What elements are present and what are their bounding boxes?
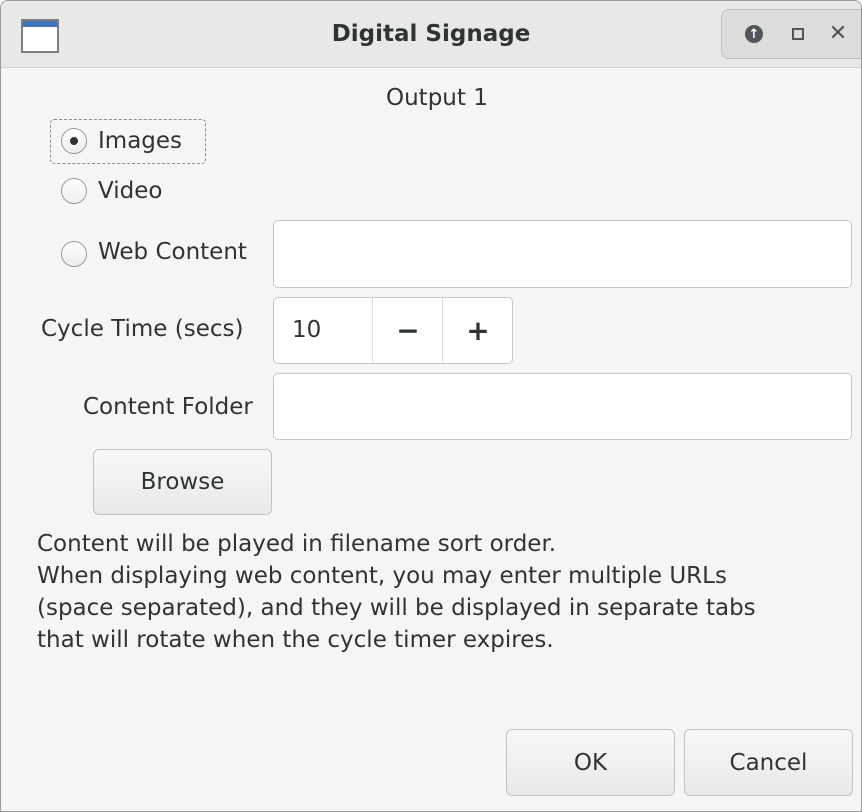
- restore-up-button[interactable]: ↑: [742, 22, 766, 46]
- increment-button[interactable]: +: [442, 298, 513, 363]
- cycle-time-label: Cycle Time (secs): [41, 316, 244, 342]
- cycle-time-spinbox[interactable]: 10 − +: [273, 297, 513, 364]
- maximize-icon: [792, 28, 804, 40]
- restore-up-icon: ↑: [745, 25, 763, 43]
- decrement-button[interactable]: −: [372, 298, 443, 363]
- info-line: Content will be played in filename sort …: [37, 531, 557, 557]
- video-radio[interactable]: [61, 178, 87, 204]
- window-controls: ↑ ✕: [721, 9, 861, 59]
- title-bar[interactable]: Digital Signage ↑ ✕: [1, 1, 861, 68]
- info-line: (space separated), and they will be disp…: [37, 595, 756, 621]
- dialog-window: Digital Signage ↑ ✕ Output 1 Images Vide…: [0, 0, 862, 812]
- content-folder-input[interactable]: [273, 373, 852, 440]
- content-folder-label: Content Folder: [83, 394, 253, 420]
- output-label: Output 1: [386, 85, 488, 111]
- close-button[interactable]: ✕: [826, 22, 850, 46]
- ok-button[interactable]: OK: [506, 729, 675, 796]
- browse-button[interactable]: Browse: [93, 449, 272, 515]
- web-content-input[interactable]: [273, 220, 852, 288]
- cycle-time-value[interactable]: 10: [292, 317, 321, 343]
- video-radio-label[interactable]: Video: [98, 178, 162, 204]
- images-radio[interactable]: [61, 128, 87, 154]
- info-text: Content will be played in filename sort …: [37, 528, 857, 656]
- info-line: that will rotate when the cycle timer ex…: [37, 627, 554, 653]
- close-icon: ✕: [828, 21, 848, 46]
- web-content-radio-label[interactable]: Web Content: [98, 239, 247, 265]
- web-content-radio[interactable]: [61, 241, 87, 267]
- minus-icon: −: [396, 314, 420, 347]
- maximize-button[interactable]: [786, 22, 810, 46]
- info-line: When displaying web content, you may ent…: [37, 563, 727, 589]
- cancel-button[interactable]: Cancel: [684, 729, 853, 796]
- images-radio-label[interactable]: Images: [98, 128, 182, 154]
- plus-icon: +: [466, 314, 490, 347]
